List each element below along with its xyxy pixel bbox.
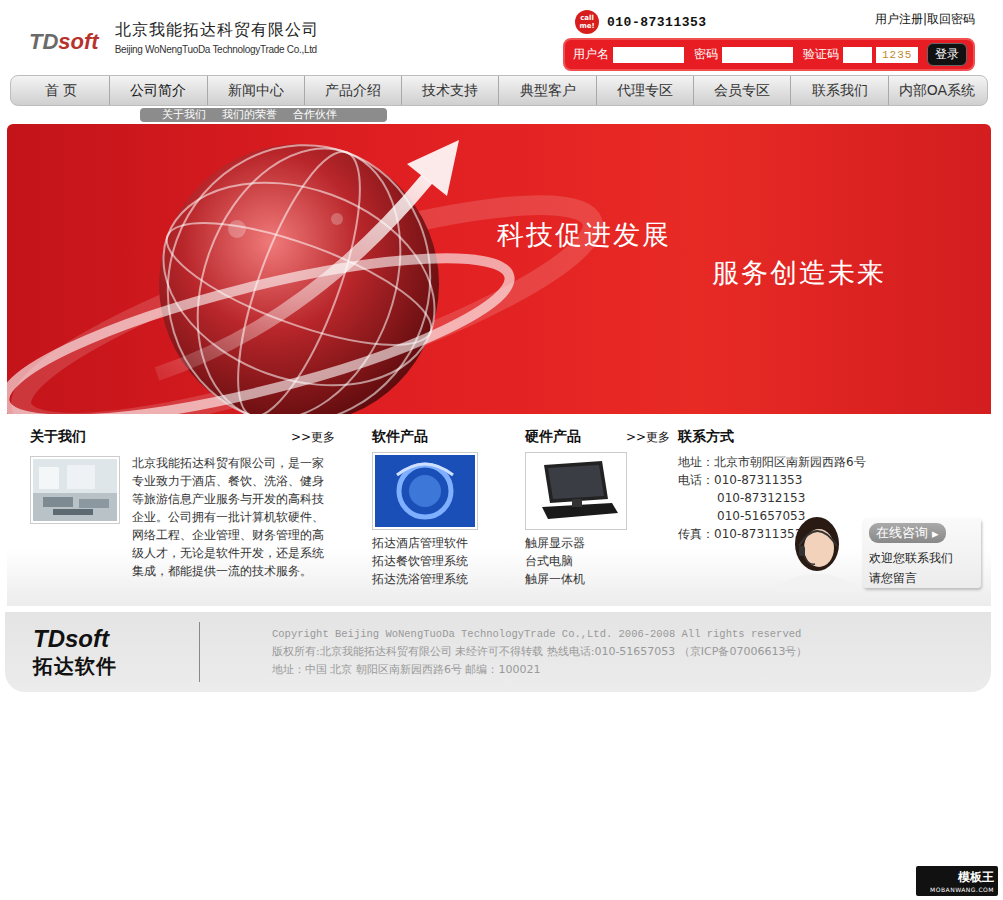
main-nav: 首 页公司简介新闻中心产品介绍技术支持典型客户代理专区会员专区联系我们内部OA系… xyxy=(10,75,988,106)
product-link[interactable]: 拓达酒店管理软件 xyxy=(372,536,468,550)
watermark: 模板王MOBANWANG.COM xyxy=(916,866,998,896)
logo-sub: soft xyxy=(58,29,98,54)
consult-text[interactable]: 欢迎您联系我们 xyxy=(869,551,953,565)
nav-item[interactable]: 公司简介 xyxy=(110,76,207,105)
slogan: 服务创造未来 xyxy=(712,255,991,291)
username-input[interactable] xyxy=(613,47,684,63)
slogans: 科技促进发展服务创造未来 xyxy=(7,124,991,291)
logo[interactable]: TDsoft xyxy=(29,20,99,55)
product-link[interactable]: 触屏显示器 xyxy=(525,536,585,550)
user-links: 用户注册|取回密码 xyxy=(875,11,975,34)
footer-text: Copyright Beijing WoNengTuoDa Technology… xyxy=(200,625,807,679)
consult-button[interactable]: 在线咨询 ▸ xyxy=(869,523,946,543)
captcha-input[interactable] xyxy=(843,47,872,63)
section-title: 关于我们 xyxy=(30,428,86,446)
logo-main: TD xyxy=(29,29,58,54)
watermark-name: 模板王 xyxy=(958,869,994,886)
section-title: 联系方式 xyxy=(678,428,734,446)
phone-number: 010-87312153 xyxy=(717,491,805,505)
sub-nav-item[interactable]: 关于我们 xyxy=(162,108,206,122)
password-label: 密码 xyxy=(694,46,718,63)
product-link[interactable]: 触屏一体机 xyxy=(525,572,585,586)
captcha-label: 验证码 xyxy=(803,46,839,63)
captcha-image: 1235 xyxy=(876,47,918,63)
online-consult: 在线咨询 ▸ 欢迎您联系我们请您留言 xyxy=(773,504,981,592)
phone-number: 010-51657053 xyxy=(717,509,805,523)
company-en: Beijing WoNengTuoDa TechnologyTrade Co.,… xyxy=(115,44,319,55)
software-section: 软件产品拓达酒店管理软件拓达餐饮管理系统拓达洗浴管理系统 xyxy=(372,428,482,606)
section-title: 硬件产品 xyxy=(525,428,581,446)
slogan: 科技促进发展 xyxy=(497,217,991,253)
logo-sub: soft xyxy=(65,625,109,652)
nav-item[interactable]: 产品介绍 xyxy=(305,76,402,105)
about-text: 北京我能拓达科贸有限公司，是一家专业致力于酒店、餐饮、洗浴、健身等旅游信息产业服… xyxy=(132,454,335,580)
sub-nav: 关于我们 我们的荣誉 合作伙伴 xyxy=(140,108,387,122)
footer-line: 地址：中国 北京 朝阳区南新园西路6号 邮编：100021 xyxy=(272,661,807,679)
phone-number: 010-87311353 xyxy=(714,473,802,487)
sub-nav-item[interactable]: 合作伙伴 xyxy=(293,108,337,122)
address: 地址：北京市朝阳区南新园西路6号 xyxy=(678,453,991,471)
nav-item[interactable]: 联系我们 xyxy=(791,76,888,105)
login-button[interactable]: 登录 xyxy=(927,43,967,66)
header: TDsoft 北京我能拓达科贸有限公司 Beijing WoNengTuoDa Te… xyxy=(7,0,991,72)
nav-item[interactable]: 代理专区 xyxy=(597,76,694,105)
watermark-url: MOBANWANG.COM xyxy=(930,886,994,893)
hotline: 010-87311353 xyxy=(607,15,707,30)
more-link[interactable]: >>更多 xyxy=(626,429,670,446)
arrow-icon: ▸ xyxy=(932,526,939,541)
footer-line: 版权所有:北京我能拓达科贸有限公司 未经许可不得转载 热线电话:010-5165… xyxy=(272,643,807,661)
about-section: 关于我们 >>更多北京我能拓达科贸有限公司，是一家专业致力于酒店、餐饮、洗浴、健身… xyxy=(30,428,335,606)
pos-terminal-icon xyxy=(528,455,624,527)
phone-label: 电话： xyxy=(678,473,714,487)
more-link[interactable]: >>更多 xyxy=(291,429,335,446)
password-input[interactable] xyxy=(722,47,793,63)
consult-label: 在线咨询 xyxy=(876,524,928,542)
nav-item[interactable]: 会员专区 xyxy=(694,76,791,105)
hardware-image xyxy=(525,452,627,530)
call-badge: call me! xyxy=(575,10,599,34)
section-title: 软件产品 xyxy=(372,428,428,446)
footer: TDsoft拓达软件 Copyright Beijing WoNengTuoDa … xyxy=(5,612,991,692)
logo-main: TD xyxy=(33,625,65,652)
nav-item[interactable]: 新闻中心 xyxy=(208,76,305,105)
nav-item[interactable]: 首 页 xyxy=(13,76,110,105)
hardware-section: 硬件产品 >>更多触屏显示器台式电脑触屏一体机 xyxy=(525,428,670,606)
nav-item[interactable]: 典型客户 xyxy=(499,76,596,105)
register-link[interactable]: 用户注册 xyxy=(875,12,923,26)
product-link[interactable]: 拓达洗浴管理系统 xyxy=(372,572,468,586)
contact-section: 联系方式地址：北京市朝阳区南新园西路6号电话：010-87311353 010-8… xyxy=(678,428,991,606)
login-bar: 用户名 密码 验证码 1235 登录 xyxy=(563,38,975,71)
footer-logo: TDsoft拓达软件 xyxy=(5,622,200,682)
sub-nav-item[interactable]: 我们的荣誉 xyxy=(222,108,277,122)
company-cn: 北京我能拓达科贸有限公司 xyxy=(115,20,319,41)
nav-item[interactable]: 内部OA系统 xyxy=(889,76,985,105)
link-separator: | xyxy=(923,12,927,26)
product-link[interactable]: 拓达餐饮管理系统 xyxy=(372,554,468,568)
software-logo-icon xyxy=(375,455,475,527)
support-girl-icon xyxy=(773,506,861,592)
company-name: 北京我能拓达科贸有限公司 Beijing WoNengTuoDa Technolo… xyxy=(115,20,319,55)
nav-item[interactable]: 技术支持 xyxy=(402,76,499,105)
consult-card: 在线咨询 ▸ 欢迎您联系我们请您留言 xyxy=(863,518,981,588)
username-label: 用户名 xyxy=(573,46,609,63)
office-photo-icon xyxy=(33,459,117,521)
product-link[interactable]: 台式电脑 xyxy=(525,554,573,568)
software-image xyxy=(372,452,478,530)
banner: 科技促进发展服务创造未来 xyxy=(7,124,991,414)
password-link[interactable]: 取回密码 xyxy=(927,12,975,26)
content: 关于我们 >>更多北京我能拓达科贸有限公司，是一家专业致力于酒店、餐饮、洗浴、健身… xyxy=(7,414,991,606)
logo-cn: 拓达软件 xyxy=(33,653,199,680)
office-photo xyxy=(30,456,120,524)
consult-text[interactable]: 请您留言 xyxy=(869,571,917,585)
footer-line: Copyright Beijing WoNengTuoDa Technology… xyxy=(272,625,807,643)
